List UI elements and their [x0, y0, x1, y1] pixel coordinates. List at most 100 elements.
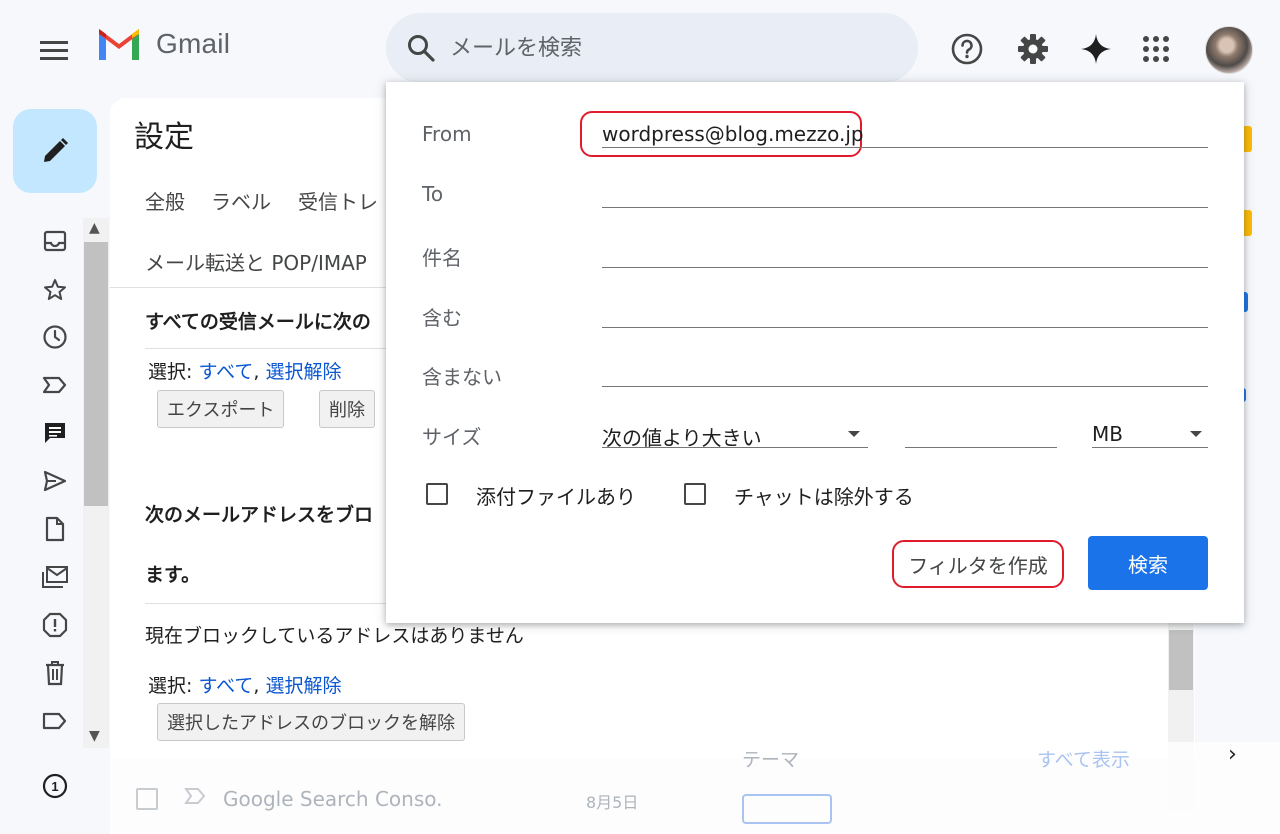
- select-row-1: 選択: すべて, 選択解除: [148, 361, 342, 383]
- gemini-button[interactable]: [1073, 26, 1119, 72]
- panel-scroll-thumb[interactable]: [1169, 630, 1193, 690]
- nav-spam[interactable]: [40, 610, 70, 640]
- gmail-logo[interactable]: Gmail: [96, 26, 230, 62]
- subject-label: 件名: [422, 246, 462, 270]
- app-name: Gmail: [156, 28, 231, 59]
- not-has-label: 含まない: [422, 365, 502, 389]
- not-has-input[interactable]: [602, 386, 1208, 387]
- has-attachment-checkbox[interactable]: [426, 483, 448, 505]
- select-all-link[interactable]: すべて: [198, 361, 253, 383]
- nav-all-mail[interactable]: [40, 562, 70, 592]
- email-important-marker[interactable]: [184, 786, 206, 810]
- nav-important[interactable]: [40, 370, 70, 400]
- apps-grid-icon: [1143, 36, 1169, 62]
- settings-button[interactable]: [1010, 26, 1056, 72]
- blocked-none-text: 現在ブロックしているアドレスはありません: [145, 625, 524, 647]
- nav-sent[interactable]: [40, 466, 70, 496]
- gear-icon: [1018, 34, 1048, 64]
- nav-badge[interactable]: 1: [40, 771, 70, 801]
- email-date: 8月5日: [586, 793, 639, 812]
- send-icon: [43, 470, 67, 492]
- scroll-thumb[interactable]: [84, 242, 108, 506]
- search-bar[interactable]: [386, 13, 918, 83]
- has-attachment-label[interactable]: 添付ファイルあり: [476, 481, 636, 510]
- search-icon[interactable]: [406, 33, 436, 63]
- trash-icon: [46, 661, 64, 686]
- size-unit-select[interactable]: MB: [1092, 422, 1208, 448]
- gmail-m-icon: [99, 29, 139, 60]
- select-label: 選択:: [148, 361, 193, 383]
- select-all-link[interactable]: すべて: [198, 675, 253, 697]
- size-operator-select[interactable]: 次の値より大きい: [602, 422, 868, 450]
- from-underline: [602, 147, 1208, 148]
- blocked-heading-line2: ます。: [145, 564, 201, 586]
- select-none-link[interactable]: 選択解除: [265, 675, 341, 697]
- mail-all-icon: [42, 566, 68, 588]
- dropdown-arrow-icon: [1190, 431, 1202, 437]
- apps-button[interactable]: [1133, 26, 1179, 72]
- filters-heading: すべての受信メールに次の: [145, 311, 371, 333]
- nav-snoozed[interactable]: [40, 322, 70, 352]
- info-count-icon: 1: [42, 773, 68, 799]
- size-value-input[interactable]: [905, 447, 1057, 448]
- select-none-link[interactable]: 選択解除: [265, 361, 341, 383]
- tab-forwarding[interactable]: メール転送と POP/IMAP: [145, 247, 367, 276]
- star-icon: [44, 279, 66, 300]
- subject-input[interactable]: [602, 267, 1208, 268]
- tab-general[interactable]: 全般: [145, 186, 185, 215]
- account-avatar[interactable]: [1205, 26, 1253, 74]
- section-divider: [145, 348, 386, 349]
- select-label: 選択:: [148, 675, 193, 697]
- select-row-2: 選択: すべて, 選択解除: [148, 675, 342, 697]
- nav-drafts[interactable]: [40, 514, 70, 544]
- size-label: サイズ: [422, 425, 482, 449]
- delete-button[interactable]: 削除: [319, 390, 375, 428]
- scroll-down-arrow[interactable]: ▼: [89, 728, 100, 744]
- label-important-icon: [184, 788, 206, 804]
- create-filter-label: フィルタを作成: [908, 553, 1048, 578]
- nav-chats[interactable]: [40, 418, 70, 448]
- email-checkbox[interactable]: [136, 788, 158, 810]
- nav-starred[interactable]: [40, 275, 70, 305]
- to-label: To: [422, 182, 444, 206]
- pencil-icon: [44, 138, 68, 162]
- show-all-link[interactable]: すべて表示: [1037, 745, 1130, 772]
- from-input[interactable]: wordpress@blog.mezzo.jp: [602, 122, 864, 146]
- to-input[interactable]: [602, 207, 1208, 208]
- left-scrollbar[interactable]: ▲ ▼: [83, 218, 109, 748]
- advanced-search-dialog: From wordpress@blog.mezzo.jp To 件名 含む 含ま…: [386, 82, 1244, 623]
- sparkle-icon: [1081, 34, 1111, 64]
- exclude-chats-checkbox[interactable]: [684, 483, 706, 505]
- exclude-chats-label[interactable]: チャットは除外する: [734, 481, 914, 510]
- from-label: From: [422, 122, 472, 146]
- has-words-input[interactable]: [602, 327, 1208, 328]
- export-button[interactable]: エクスポート: [157, 390, 285, 428]
- search-button[interactable]: 検索: [1088, 536, 1208, 590]
- chevron-right-icon[interactable]: ›: [1228, 742, 1237, 767]
- tab-inbox[interactable]: 受信トレ: [298, 186, 378, 215]
- search-input[interactable]: [450, 35, 890, 61]
- draft-icon: [45, 516, 65, 542]
- badge-count: 1: [51, 779, 58, 794]
- nav-trash[interactable]: [40, 658, 70, 688]
- label-icon: [42, 712, 67, 730]
- help-button[interactable]: [944, 26, 990, 72]
- nav-inbox[interactable]: [40, 226, 70, 256]
- clock-icon: [43, 325, 67, 349]
- email-sender[interactable]: Google Search Conso.: [223, 787, 443, 811]
- nav-labels[interactable]: [40, 706, 70, 736]
- main-menu-button[interactable]: [30, 28, 78, 72]
- chat-icon: [45, 423, 65, 443]
- create-filter-button[interactable]: フィルタを作成: [892, 540, 1064, 588]
- spam-icon: [42, 612, 68, 638]
- scroll-up-arrow[interactable]: ▲: [89, 220, 100, 236]
- size-operator-value: 次の値より大きい: [602, 426, 762, 450]
- hamburger-icon: [40, 41, 68, 60]
- theme-thumbnail[interactable]: [742, 794, 832, 824]
- label-important-icon: [42, 376, 67, 394]
- tabs-divider: [110, 287, 386, 288]
- tab-labels[interactable]: ラベル: [211, 186, 271, 215]
- compose-button[interactable]: [13, 109, 97, 193]
- unblock-button[interactable]: 選択したアドレスのブロックを解除: [157, 703, 465, 741]
- inbox-icon: [43, 230, 67, 252]
